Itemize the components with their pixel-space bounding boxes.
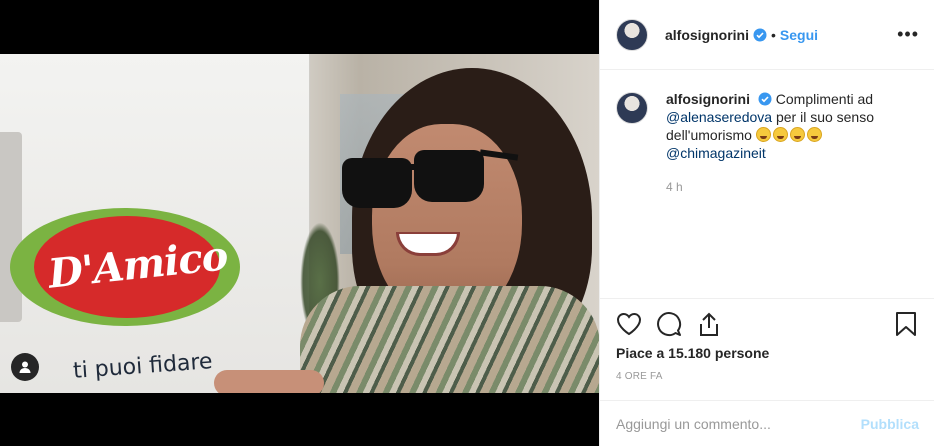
post-header: alfosignorini • Segui ••• <box>600 0 934 70</box>
heart-icon[interactable] <box>616 311 642 337</box>
comment-icon[interactable] <box>656 311 682 337</box>
comment-avatar[interactable] <box>616 92 648 124</box>
post-media-area: D'Amico ti puoi fidare <box>0 0 599 446</box>
mention-link[interactable]: @alenaseredova <box>666 109 772 125</box>
share-icon[interactable] <box>696 311 722 337</box>
post-timestamp[interactable]: 4 ORE FA <box>616 371 663 382</box>
more-icon[interactable]: ••• <box>897 24 919 45</box>
caption-comment: alfosignorini Complimenti ad @alenasered… <box>616 90 921 196</box>
post-side-panel: alfosignorini • Segui ••• alfosignorini … <box>599 0 934 446</box>
follow-button[interactable]: Segui <box>780 27 818 43</box>
comment-input[interactable] <box>616 415 861 432</box>
comment-time[interactable]: 4 h <box>666 178 921 196</box>
verified-icon <box>758 92 772 106</box>
header-username[interactable]: alfosignorini <box>665 27 749 43</box>
post-actions: Piace a 15.180 persone 4 ORE FA <box>600 298 934 400</box>
verified-icon <box>753 28 767 42</box>
user-tag-icon[interactable] <box>11 353 39 381</box>
laughing-emoji-icons <box>755 127 824 143</box>
comment-username[interactable]: alfosignorini <box>666 91 750 107</box>
bookmark-icon[interactable] <box>893 311 919 337</box>
separator-dot: • <box>771 26 776 43</box>
avatar[interactable] <box>616 18 648 51</box>
likes-count[interactable]: Piace a 15.180 persone <box>616 345 769 361</box>
mention-link[interactable]: @chimagazineit <box>666 145 766 161</box>
publish-button[interactable]: Pubblica <box>861 416 919 432</box>
add-comment-bar: Pubblica <box>600 400 934 446</box>
post-photo[interactable]: D'Amico ti puoi fidare <box>0 54 599 393</box>
comment-text-start: Complimenti ad <box>775 91 874 107</box>
